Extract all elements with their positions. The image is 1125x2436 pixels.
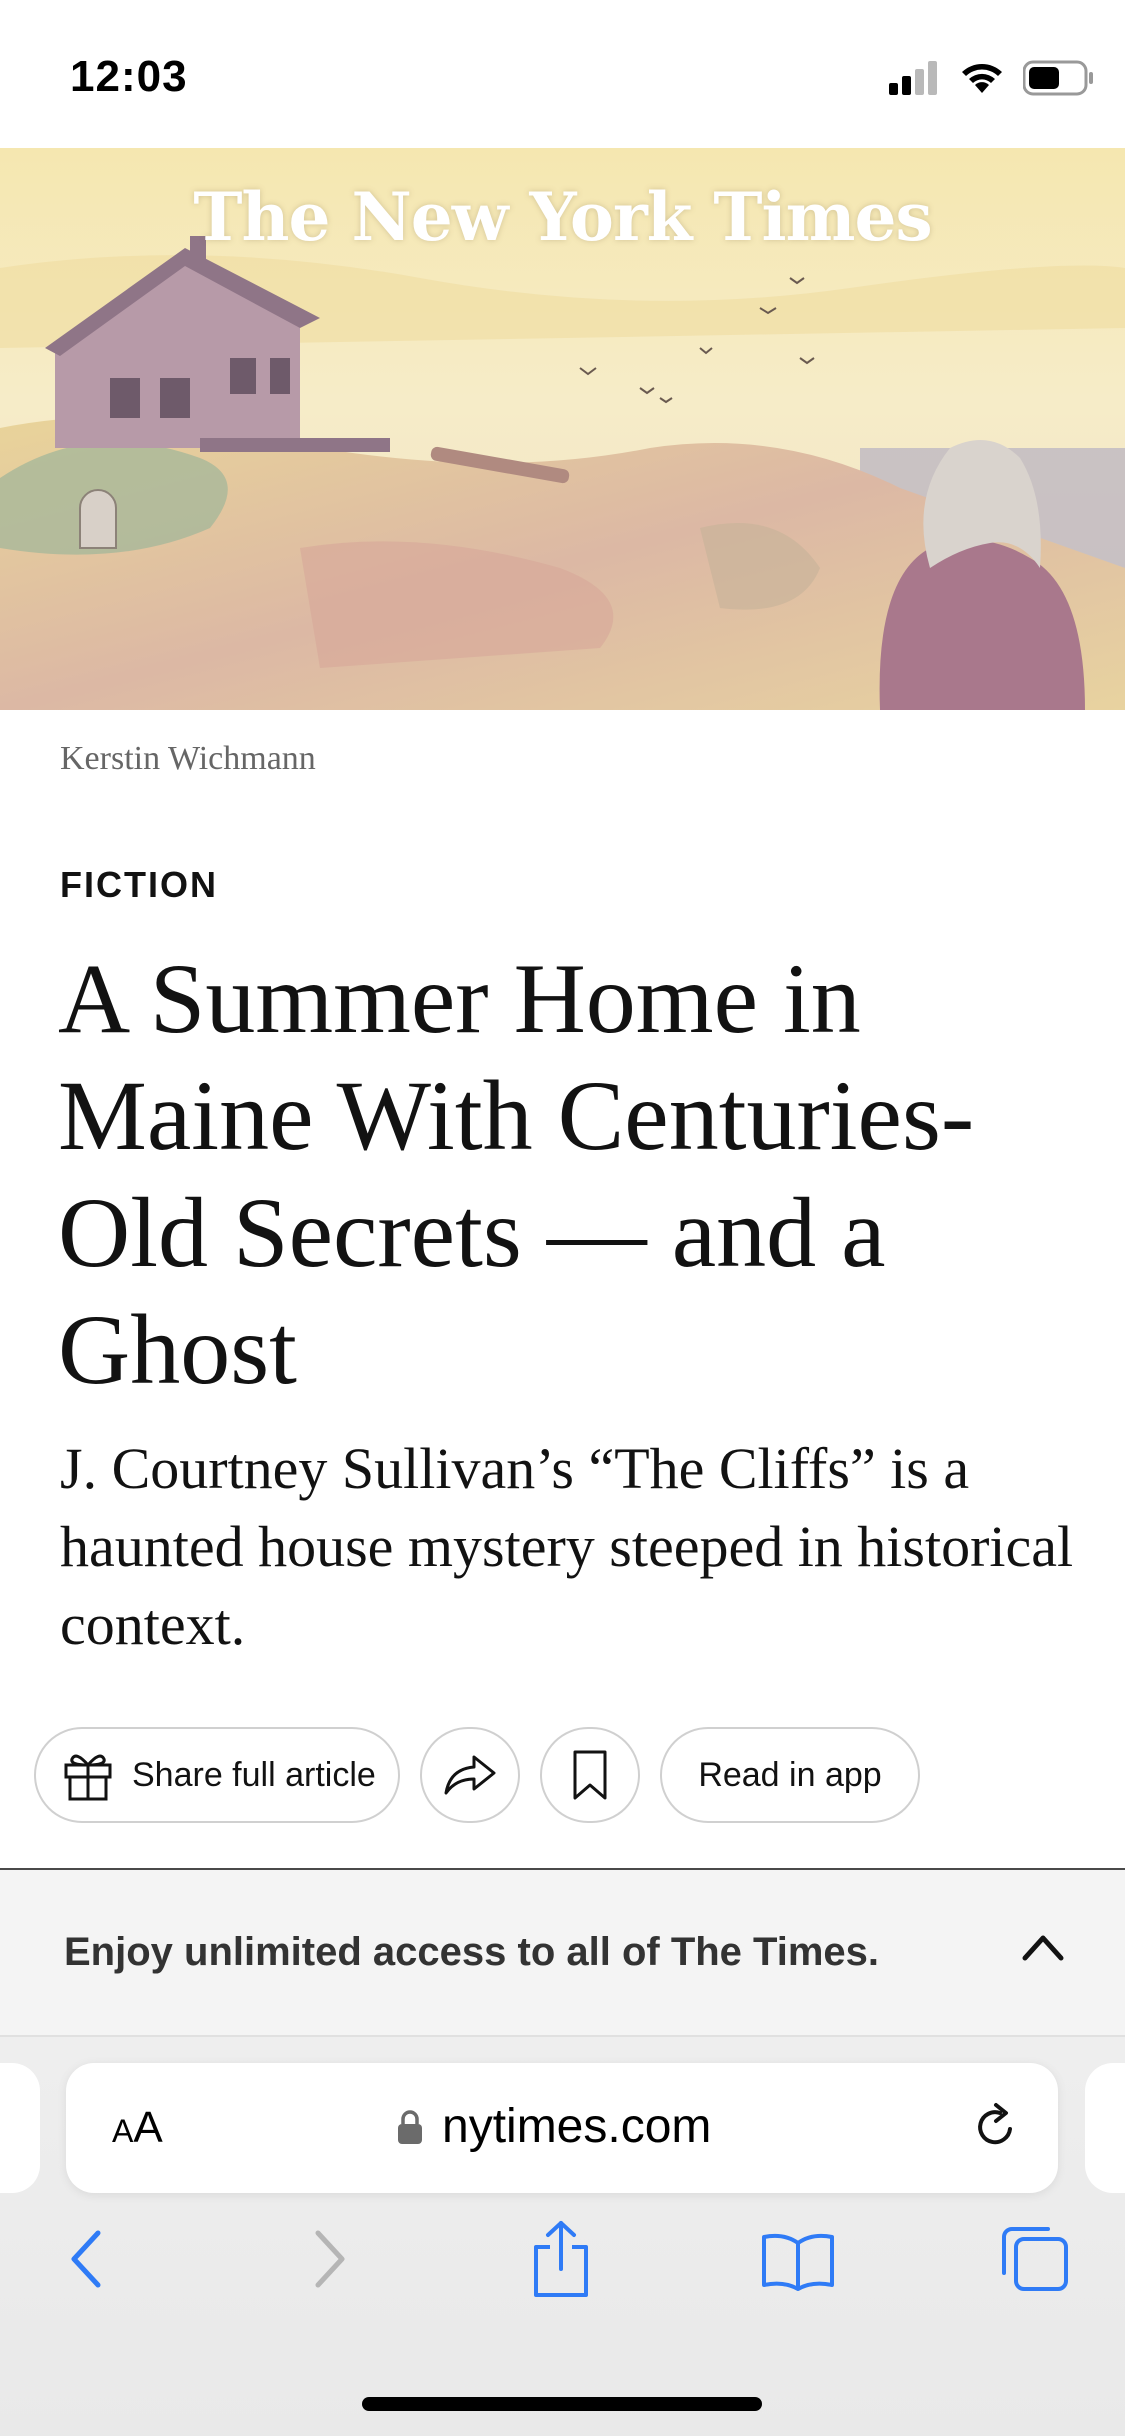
- reload-icon[interactable]: [970, 2101, 1022, 2153]
- address-bar[interactable]: AA nytimes.com: [66, 2063, 1058, 2193]
- read-in-app-button[interactable]: Read in app: [660, 1727, 920, 1823]
- gift-icon: [64, 1754, 112, 1801]
- article-actions: Share full article Read in app: [34, 1727, 1094, 1827]
- battery-icon: [1023, 60, 1093, 96]
- forward-icon[interactable]: [310, 2227, 350, 2291]
- browser-chrome: AA nytimes.com: [0, 2037, 1125, 2436]
- share-icon: [444, 1755, 496, 1795]
- home-indicator[interactable]: [362, 2397, 762, 2411]
- share-full-article-label: Share full article: [132, 1755, 376, 1794]
- previous-tab-peek[interactable]: [0, 2063, 40, 2193]
- banner-text: Enjoy unlimited access to all of The Tim…: [64, 1930, 880, 1974]
- article-summary: J. Courtney Sullivan’s “The Cliffs” is a…: [60, 1436, 1074, 1657]
- chevron-up-icon[interactable]: [1021, 1932, 1065, 1962]
- share-full-article-button[interactable]: Share full article: [34, 1727, 400, 1823]
- save-bookmark-button[interactable]: [540, 1727, 640, 1823]
- status-icons: [889, 60, 1095, 96]
- photo-credit: Kerstin Wichmann: [60, 740, 316, 777]
- page-settings-button[interactable]: AA: [112, 2103, 163, 2153]
- bookmark-icon: [573, 1750, 607, 1800]
- wifi-icon: [962, 64, 1002, 93]
- browser-toolbar: [0, 2221, 1125, 2317]
- lock-icon: [398, 2109, 422, 2144]
- url-text: nytimes.com: [442, 2100, 712, 2153]
- subscription-banner[interactable]: Enjoy unlimited access to all of The Tim…: [0, 1870, 1125, 2037]
- hero-illustration: The New York Times: [0, 148, 1125, 710]
- url-display[interactable]: nytimes.com: [396, 2099, 711, 2154]
- next-tab-peek[interactable]: [1085, 2063, 1125, 2193]
- share-button[interactable]: [420, 1727, 520, 1823]
- status-bar: 12:03: [0, 0, 1125, 148]
- section-kicker[interactable]: FICTION: [60, 864, 218, 906]
- safari-share-icon[interactable]: [528, 2219, 594, 2299]
- nyt-masthead-logo: The New York Times: [193, 178, 932, 256]
- read-in-app-label: Read in app: [698, 1755, 882, 1794]
- back-icon[interactable]: [66, 2227, 106, 2291]
- book-icon[interactable]: [760, 2231, 836, 2291]
- tabs-icon[interactable]: [998, 2225, 1070, 2293]
- status-time: 12:03: [70, 52, 188, 101]
- aa-small-label: A: [112, 2113, 134, 2149]
- aa-large-label: A: [133, 2103, 163, 2152]
- signal-icon: [889, 61, 937, 95]
- article-headline: A Summer Home in Maine With Centuries-Ol…: [58, 943, 975, 1405]
